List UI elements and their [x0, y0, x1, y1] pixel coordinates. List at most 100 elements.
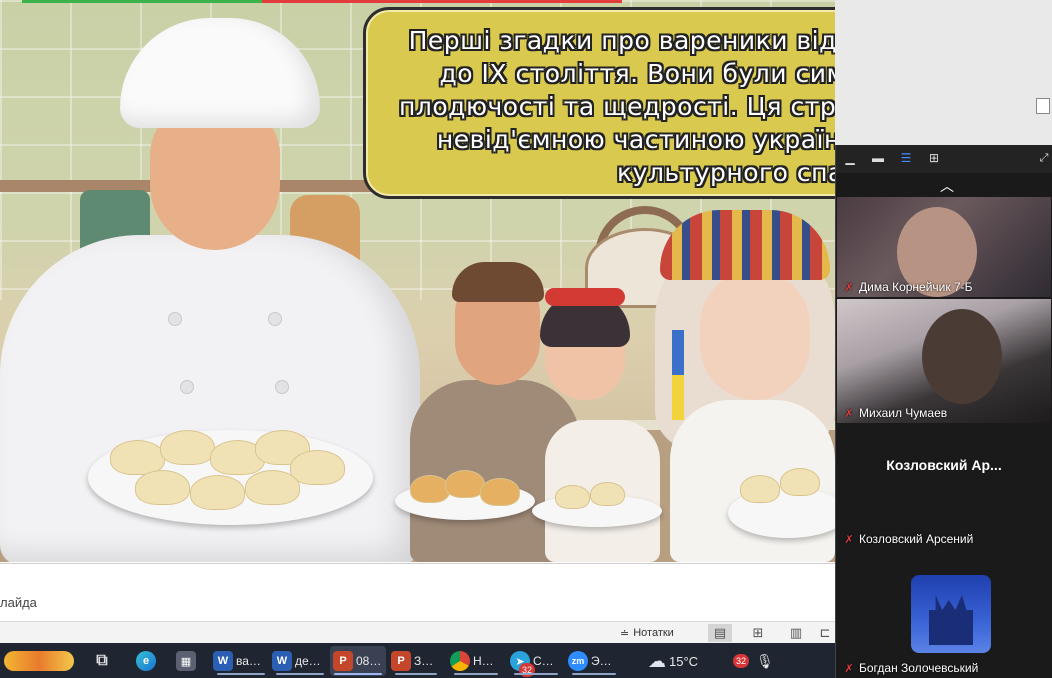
- weather-widget[interactable]: ☁ 15°C: [648, 646, 698, 676]
- task-view-button[interactable]: ⧉: [92, 646, 112, 676]
- tray-telegram[interactable]: 32: [733, 646, 750, 676]
- slideshow-icon: ⊏: [819, 625, 831, 640]
- taskbar-chrome[interactable]: Н…: [450, 646, 502, 676]
- slide-sorter-button[interactable]: ⊞: [746, 624, 770, 642]
- video-tile-1[interactable]: ✗ Дима Корнейчик 7-Б: [837, 197, 1051, 297]
- running-indicator: [454, 673, 498, 675]
- gallery-view-icon[interactable]: ⊞: [926, 151, 942, 165]
- running-indicator: [514, 673, 558, 675]
- notes-toggle-label: Нотатки: [633, 627, 674, 639]
- speech-line: Перші згадки про вареники відносяться: [408, 26, 835, 55]
- powerpoint-icon: P: [333, 651, 353, 671]
- zoom-video-panel: ▁ ▬ ☰ ⊞ ⤢ ︿ ✗ Дима Корнейчик 7-Б ✗ Михаи…: [835, 145, 1052, 678]
- normal-view-icon: ▤: [713, 625, 727, 640]
- dumpling: [290, 450, 345, 485]
- ukrainian-flag: [672, 330, 684, 420]
- chef-button: [275, 380, 289, 394]
- taskbar-label: Н…: [473, 654, 494, 668]
- tray-microphone[interactable]: 🎙: [756, 646, 774, 676]
- speaker-view-icon[interactable]: ▬: [870, 151, 886, 165]
- participant-name-label: ✗ Богдан Золочевський: [843, 661, 978, 675]
- participant-name: Дима Корнейчик 7-Б: [859, 280, 973, 294]
- video-tile-2[interactable]: ✗ Михаил Чумаев: [837, 299, 1051, 423]
- dumpling: [590, 482, 625, 506]
- taskbar-label: Э…: [591, 654, 612, 668]
- dumpling: [190, 475, 245, 510]
- notes-pane[interactable]: лайда: [0, 563, 835, 621]
- participant-name-label: ✗ Михаил Чумаев: [843, 406, 947, 420]
- running-indicator: [395, 673, 437, 675]
- pie: [410, 475, 450, 503]
- grid-view-icon: ⊞: [752, 625, 764, 640]
- normal-view-button[interactable]: ▤: [708, 624, 732, 642]
- taskbar-powerpoint-2[interactable]: P З…: [391, 646, 441, 676]
- task-view-icon: ⧉: [96, 652, 108, 669]
- participant-name: Михаил Чумаев: [859, 406, 948, 420]
- presentation-slide[interactable]: Перші згадки про вареники відносяться до…: [0, 0, 835, 562]
- blonde-face: [700, 270, 810, 400]
- scroll-up-chevron-icon[interactable]: ︿: [940, 176, 954, 196]
- word-icon: W: [213, 651, 233, 671]
- mic-muted-icon: ✗: [844, 281, 854, 294]
- dumpling: [160, 430, 215, 465]
- editor-scroll-handle[interactable]: [1036, 98, 1050, 114]
- taskbar-word-1[interactable]: W ва…: [213, 646, 269, 676]
- microphone-icon: 🎙: [756, 652, 774, 669]
- dumpling: [780, 468, 820, 496]
- cloud-icon: ☁: [648, 650, 666, 671]
- speech-line: культурного спадку.: [617, 158, 835, 187]
- speech-line: невід'ємною частиною українського: [436, 125, 835, 154]
- participant-title: Козловский Ар...: [886, 457, 1002, 473]
- minimize-icon[interactable]: ▁: [842, 151, 858, 165]
- calculator-button[interactable]: ▦: [176, 646, 196, 676]
- taskbar-powerpoint-1[interactable]: P 08…: [330, 646, 386, 676]
- dumpling: [740, 475, 780, 503]
- active-indicator: [334, 673, 382, 675]
- widgets-icon: [4, 651, 74, 671]
- video-tile-3[interactable]: Козловский Ар... ✗ Козловский Арсений: [837, 425, 1051, 549]
- participant-name: Козловский Арсений: [859, 532, 974, 546]
- slide-progress-strip: [22, 0, 622, 3]
- taskbar-zoom[interactable]: zm Э…: [568, 646, 620, 676]
- taskbar-word-2[interactable]: W де…: [272, 646, 328, 676]
- participant-video: [922, 309, 1002, 404]
- speech-line: до IX століття. Вони були символом: [439, 59, 835, 88]
- chrome-icon: [450, 651, 470, 671]
- expand-icon[interactable]: ⤢: [1036, 151, 1052, 165]
- notes-icon: ≐: [620, 627, 630, 640]
- screen: Перші згадки про вареники відносяться до…: [0, 0, 1052, 678]
- participant-avatar: [911, 575, 991, 653]
- reading-view-button[interactable]: ▥: [784, 624, 808, 642]
- chef-button: [168, 312, 182, 326]
- pie: [480, 478, 520, 506]
- participant-name: Богдан Золочевський: [859, 661, 979, 675]
- edge-icon: e: [136, 651, 156, 671]
- weather-temperature: 15°C: [669, 653, 699, 669]
- taskbar-label: ва…: [236, 654, 261, 668]
- girl-bandana: [545, 288, 625, 306]
- notes-toggle-button[interactable]: ≐ Нотатки: [620, 624, 674, 642]
- taskbar-label: С…: [533, 654, 554, 668]
- mic-muted-icon: ✗: [844, 533, 854, 546]
- man-hair: [452, 262, 544, 302]
- word-icon: W: [272, 651, 292, 671]
- slideshow-button[interactable]: ⊏: [818, 624, 832, 642]
- widgets-button[interactable]: [4, 646, 74, 676]
- running-indicator: [572, 673, 616, 675]
- taskbar-telegram[interactable]: ➤ С… 32: [510, 646, 562, 677]
- video-tile-4[interactable]: ✗ Богдан Золочевський: [837, 569, 1051, 678]
- speech-text: Перші згадки про вареники відносяться до…: [384, 24, 835, 189]
- book-icon: ▥: [789, 625, 803, 640]
- embroidered-headband: [660, 210, 830, 280]
- tray-unread-badge: 32: [733, 654, 750, 668]
- notes-placeholder: лайда: [0, 595, 37, 610]
- edge-button[interactable]: e: [136, 646, 156, 676]
- chef-button: [180, 380, 194, 394]
- zoom-view-toolbar: ▁ ▬ ☰ ⊞ ⤢: [836, 145, 1052, 173]
- chef-button: [268, 312, 282, 326]
- running-indicator: [217, 673, 265, 675]
- strip-view-icon[interactable]: ☰: [898, 151, 914, 165]
- dumpling: [245, 470, 300, 505]
- calculator-icon: ▦: [176, 651, 196, 671]
- taskbar-label: де…: [295, 654, 321, 668]
